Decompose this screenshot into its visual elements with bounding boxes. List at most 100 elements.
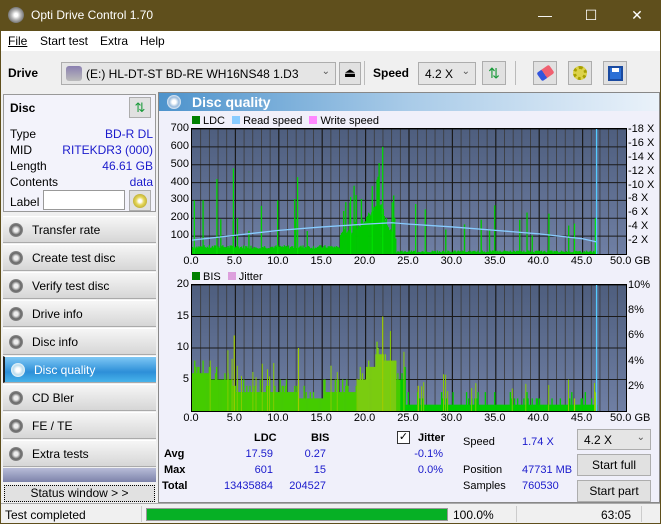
title-bar: Opti Drive Control 1.70 — ☐ ✕ xyxy=(1,0,660,31)
chevron-down-icon: ⌄ xyxy=(461,66,470,77)
x-tick: 35.0 xyxy=(484,412,506,424)
panel-header: Disc quality xyxy=(159,93,659,111)
extra-tests-icon xyxy=(9,447,23,461)
bis-legend: BIS Jitter xyxy=(192,271,267,283)
nav-label: Verify test disc xyxy=(32,279,110,293)
ldc-bar xyxy=(488,230,491,254)
bis-spike xyxy=(330,365,332,411)
refresh-button[interactable]: ⇅ xyxy=(482,61,506,85)
floppy-disk-icon xyxy=(608,66,623,81)
status-bar: Test completed 100.0% 63:05 xyxy=(1,503,660,523)
contents-label: Contents xyxy=(10,175,59,189)
app-disc-icon xyxy=(8,7,24,23)
bis-spike xyxy=(227,350,229,411)
y-tick-right: -12 X xyxy=(628,164,655,177)
drive-label: Drive xyxy=(8,66,39,80)
nav-label: Drive info xyxy=(32,307,83,321)
fe-te-icon xyxy=(9,419,23,433)
status-window-button[interactable]: Status window > > xyxy=(4,485,155,502)
avg-ldc: 17.59 xyxy=(245,448,273,460)
ldc-bar xyxy=(531,235,533,254)
disc-label-input[interactable] xyxy=(43,190,125,210)
status-divider xyxy=(516,506,517,522)
close-button[interactable]: ✕ xyxy=(614,0,660,31)
x-tick: 30.0 xyxy=(440,255,463,267)
disc-quality-icon xyxy=(167,95,181,109)
menu-start-test[interactable]: Start test xyxy=(40,34,88,48)
speed-select[interactable]: 4.2 X ⌄ xyxy=(418,62,476,85)
nav-cd-bler[interactable]: CD Bler xyxy=(3,384,156,411)
start-part-button[interactable]: Start part xyxy=(577,480,651,502)
length-value: 46.61 GB xyxy=(102,159,153,173)
test-speed-select[interactable]: 4.2 X ⌄ xyxy=(577,429,651,450)
disc-header: Disc xyxy=(10,101,36,115)
bis-spike xyxy=(266,369,268,411)
minimize-button[interactable]: — xyxy=(522,0,568,31)
x-tick: 10.0 xyxy=(267,412,289,424)
bis-bar xyxy=(404,366,406,411)
settings-button[interactable] xyxy=(568,61,592,85)
x-tick: 35.0 xyxy=(484,255,506,267)
type-label: Type xyxy=(10,127,37,141)
ldc-chart xyxy=(191,128,627,255)
ldc-peak xyxy=(391,202,393,254)
nav-verify-test-disc[interactable]: Verify test disc xyxy=(3,272,156,299)
y-tick-right: 2% xyxy=(628,379,644,392)
erase-button[interactable] xyxy=(533,61,557,85)
drive-select[interactable]: (E:) HL-DT-ST BD-RE WH16NS48 1.D3 ⌄ xyxy=(61,62,336,85)
drive-value: (E:) HL-DT-ST BD-RE WH16NS48 1.D3 xyxy=(86,67,299,81)
y-tick-right: -18 X xyxy=(628,123,655,135)
menu-help[interactable]: Help xyxy=(140,34,165,48)
ldc-bar xyxy=(519,219,521,254)
save-button[interactable] xyxy=(603,61,627,85)
progress-bar xyxy=(146,508,448,521)
panel-title: Disc quality xyxy=(192,94,271,110)
total-ldc: 13435884 xyxy=(224,480,273,492)
ldc-bar xyxy=(445,229,447,254)
speed-stat-label: Speed xyxy=(463,436,495,448)
samples-label: Samples xyxy=(463,480,506,492)
menu-extra[interactable]: Extra xyxy=(100,34,128,48)
disc-refresh-button[interactable]: ⇅ xyxy=(129,97,151,118)
legend-jitter: Jitter xyxy=(227,271,263,283)
bis-spike xyxy=(269,376,271,411)
mid-label: MID xyxy=(10,143,32,157)
nav-fe-te[interactable]: FE / TE xyxy=(3,412,156,439)
x-tick: 25.0 xyxy=(397,412,419,424)
disc-label-button[interactable] xyxy=(129,190,151,211)
toolbar: Drive (E:) HL-DT-ST BD-RE WH16NS48 1.D3 … xyxy=(1,51,660,92)
x-tick: 5.0 xyxy=(226,255,243,267)
nav-disc-info[interactable]: Disc info xyxy=(3,328,156,355)
y-tick-left: 20 xyxy=(176,278,189,290)
legend-ldc: LDC xyxy=(192,115,225,127)
bis-spike xyxy=(403,351,405,411)
eject-button[interactable]: ⏏ xyxy=(339,62,361,85)
y-tick-left: 400 xyxy=(170,175,189,188)
menu-file[interactable]: File xyxy=(8,34,27,48)
y-tick-left: 15 xyxy=(176,309,189,322)
nav-disc-quality[interactable]: Disc quality xyxy=(3,356,156,383)
nav-transfer-rate[interactable]: Transfer rate xyxy=(3,216,156,243)
status-text: Test completed xyxy=(5,508,86,522)
start-full-button[interactable]: Start full xyxy=(577,454,651,476)
bis-spike xyxy=(336,372,338,411)
transfer-rate-icon xyxy=(9,223,23,237)
nav-extra-tests[interactable]: Extra tests xyxy=(3,440,156,467)
bis-spike xyxy=(421,386,423,411)
bis-spike xyxy=(356,378,358,411)
refresh-arrows-icon: ⇅ xyxy=(134,100,146,115)
nav-spacer xyxy=(3,468,156,482)
nav-label: Create test disc xyxy=(32,251,116,265)
y-tick-right: -2 X xyxy=(628,234,649,247)
ldc-bar xyxy=(395,238,397,254)
ldc-peak xyxy=(415,204,417,254)
nav-create-test-disc[interactable]: Create test disc xyxy=(3,244,156,271)
y-tick-right: 10% xyxy=(628,279,651,291)
jitter-checkbox[interactable]: ✓ xyxy=(397,431,410,444)
nav-drive-info[interactable]: Drive info xyxy=(3,300,156,327)
samples-value: 760530 xyxy=(522,480,559,492)
x-tick: 15.0 xyxy=(310,412,332,424)
bis-spike xyxy=(471,388,473,411)
avg-bis: 0.27 xyxy=(304,448,326,460)
maximize-button[interactable]: ☐ xyxy=(568,0,614,31)
